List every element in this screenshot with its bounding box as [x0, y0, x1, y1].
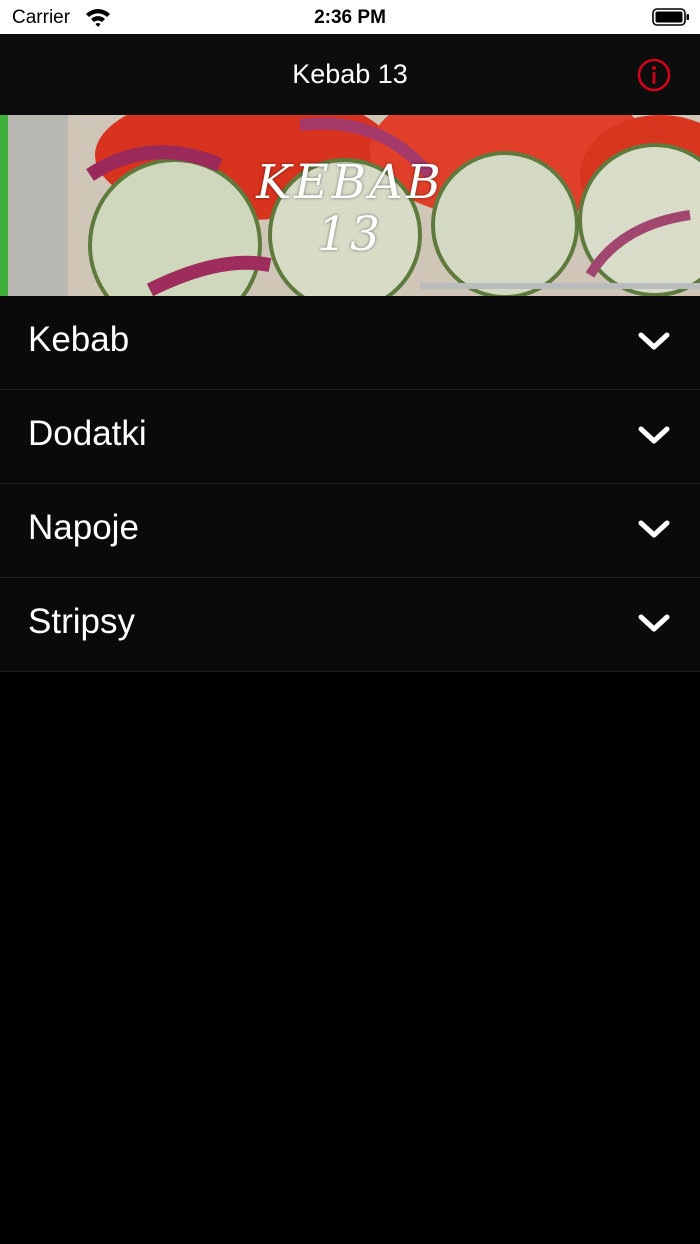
- banner-logo-line2: 13: [317, 207, 383, 262]
- menu-item-dodatki[interactable]: Dodatki: [0, 390, 700, 484]
- menu-item-label: Stripsy: [28, 602, 135, 641]
- chevron-down-icon: [638, 520, 670, 538]
- chevron-down-icon: [638, 426, 670, 444]
- menu-item-napoje[interactable]: Napoje: [0, 484, 700, 578]
- chevron-down-icon: [638, 332, 670, 350]
- menu-category-list: Kebab Dodatki Napoje Stripsy: [0, 296, 700, 672]
- battery-icon: [652, 8, 689, 26]
- menu-item-label: Dodatki: [28, 414, 147, 453]
- menu-item-label: Napoje: [28, 508, 139, 547]
- status-bar: Carrier 2:36 PM: [0, 0, 700, 34]
- banner-logo-text: KEBAB 13: [0, 157, 700, 261]
- menu-item-kebab[interactable]: Kebab: [0, 296, 700, 390]
- chevron-down-icon: [638, 614, 670, 632]
- banner-logo-line1: KEBAB: [256, 155, 444, 210]
- nav-title: Kebab 13: [292, 59, 408, 89]
- navigation-bar: Kebab 13: [0, 34, 700, 115]
- menu-item-label: Kebab: [28, 320, 130, 359]
- info-icon[interactable]: [636, 57, 672, 93]
- header-banner-image: KEBAB 13: [0, 115, 700, 296]
- menu-item-stripsy[interactable]: Stripsy: [0, 578, 700, 672]
- status-time: 2:36 PM: [314, 7, 386, 28]
